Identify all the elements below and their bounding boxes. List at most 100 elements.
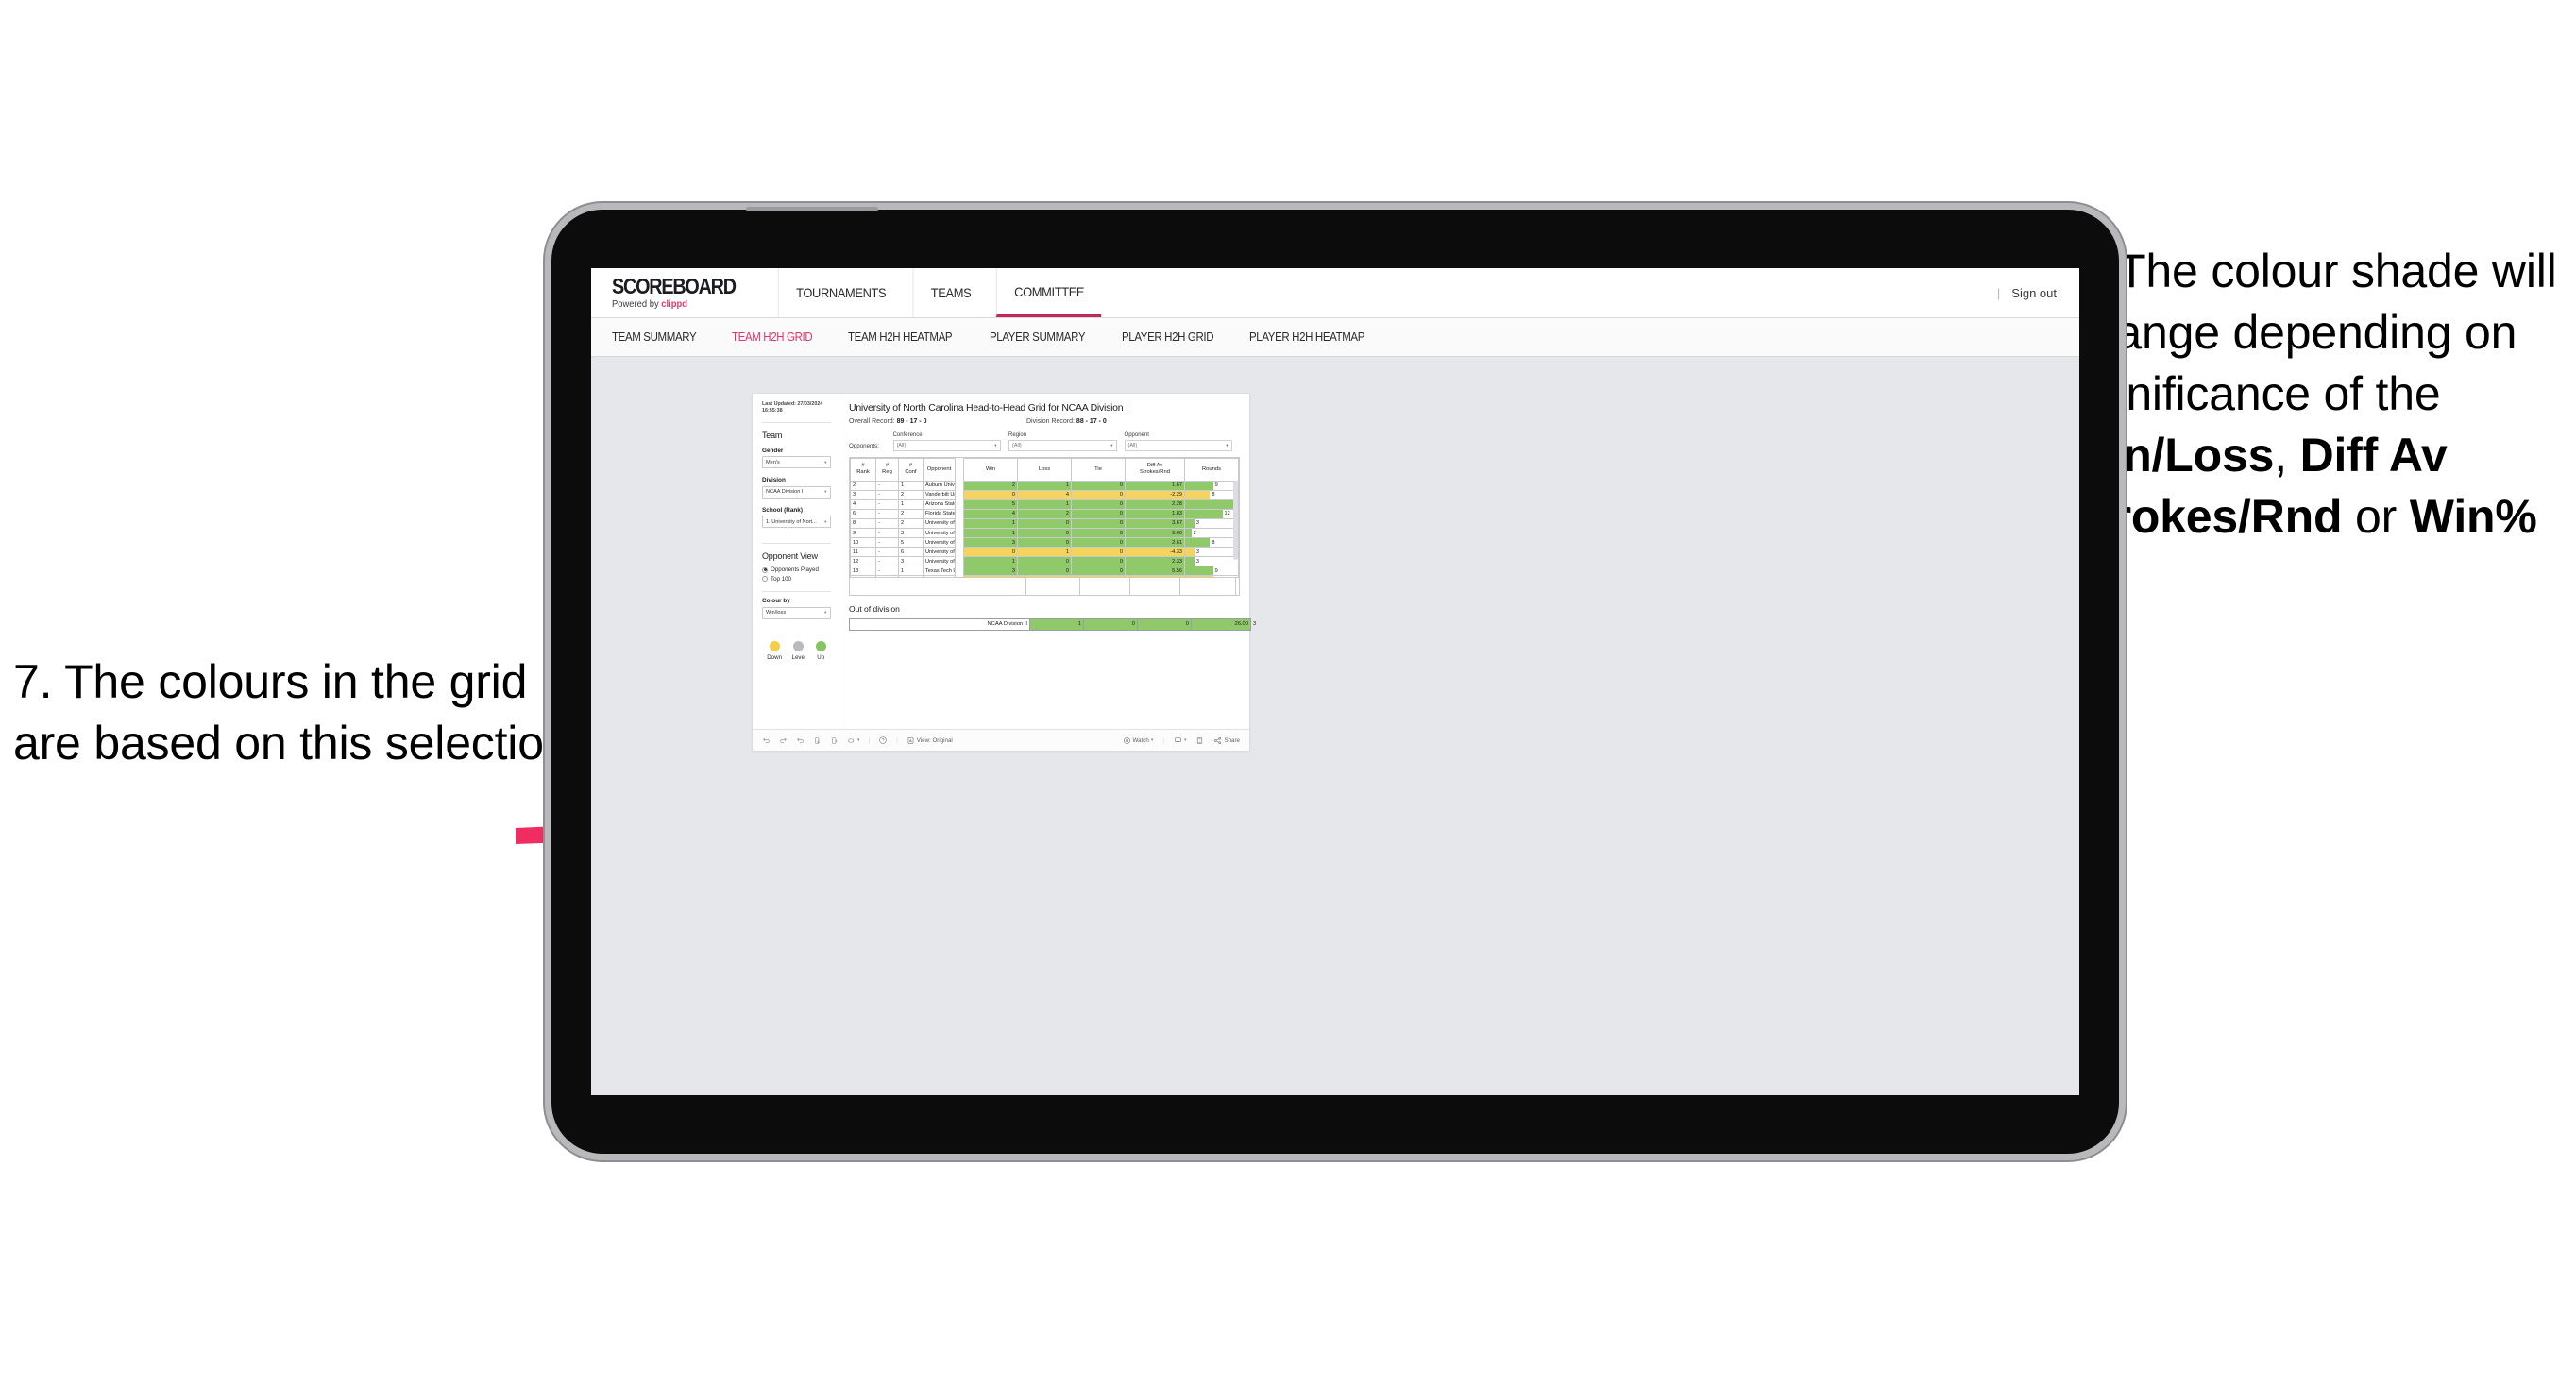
col-rank-l1: # [861,463,865,469]
table-row[interactable]: 14-2University of Oklahoma120-1.009 [850,575,1239,577]
cell-conf: 2 [898,489,924,500]
rounds-bar [1185,566,1213,575]
cell-opponent: University of Washington [923,517,956,529]
cell-rounds: 9 [1184,480,1239,491]
colour-by-select[interactable]: Win/loss ▾ [762,606,831,619]
cell-rounds: 8 [1184,489,1239,500]
cell-opponent: University of Arkansas, Fayetteville [923,547,956,558]
overall-record: Overall Record: 89 - 17 - 0 [849,418,1026,425]
radio-opponents-played[interactable]: Opponents Played [762,566,831,573]
redo-icon[interactable] [779,736,788,745]
cell-rounds: 2 [1184,527,1239,539]
cell-tie: 0 [1071,547,1126,558]
watch-label: Watch [1132,736,1149,744]
table-row[interactable]: 6-2Florida State University4201.8312 [850,508,1239,519]
table-row[interactable]: 11-6University of Arkansas, Fayetteville… [850,547,1239,558]
refresh-icon[interactable] [813,736,822,745]
cell-reg: - [875,489,899,500]
toolbar-separator: | [896,736,898,744]
cell-rounds: 12 [1184,508,1239,519]
region-select[interactable]: (All) ▾ [1008,439,1117,451]
workbook-body: Last Updated: 27/03/2024 16:55:38 Team G… [753,394,1256,729]
rounds-bar [1185,491,1211,499]
pause-icon[interactable] [830,736,839,745]
brand-logo[interactable]: SCOREBOARD Powered by clippd [591,268,772,317]
cell-conf: 2 [898,508,924,519]
rounds-value: 3 [1195,558,1199,565]
cell-rounds: 3 [1184,556,1239,567]
cell-reg: - [875,508,899,519]
vertical-scrollbar[interactable] [1233,480,1238,560]
cell-gap [956,490,964,499]
share-button[interactable]: Share [1213,736,1240,745]
signout-link[interactable]: Sign out [2011,286,2057,300]
cell-tie: 0 [1071,575,1126,577]
cell-rank: 3 [850,489,876,500]
rounds-value: 8 [1212,539,1215,546]
nav-tournaments[interactable]: TOURNAMENTS [777,268,904,317]
cell-conf: 2 [898,517,924,529]
fullscreen-button[interactable] [1195,736,1204,745]
cell-tie: 0 [1071,480,1126,491]
division-select[interactable]: NCAA Division I ▾ [762,485,831,499]
cell-opponent: University of Virginia [923,556,956,567]
out-of-division-table: NCAA Division II 1 0 0 26.00 3 [849,617,1256,631]
table-row[interactable]: 9-3University of Arizona1009.002 [850,527,1239,539]
conference-filter: Conference (All) ▾ [892,432,1002,451]
revert-icon[interactable] [796,736,805,745]
annotation-right-part1: 8. The colour shade will change dependin… [2066,245,2557,420]
help-icon[interactable] [878,735,888,745]
table-row[interactable]: 2-1Auburn University2101.679 [850,480,1239,491]
cell-tie: 0 [1071,527,1126,539]
legend-swatch-up [815,640,826,651]
subnav-player-h2h-grid[interactable]: PLAYER H2H GRID [1122,330,1228,344]
table-row[interactable]: 8-2University of Washington1003.673 [850,517,1239,529]
table-row[interactable]: 10-5University of Alabama3002.618 [850,537,1239,549]
rounds-value: 3 [1195,549,1199,555]
nav-committee[interactable]: COMMITTEE [995,268,1102,317]
cell-rank: 6 [850,508,876,519]
rounds-value: 8 [1212,492,1215,499]
tablet-device-frame: SCOREBOARD Powered by clippd TOURNAMENTS… [551,207,2119,1154]
out-of-division-title: Out of division [849,603,900,614]
toolbar-separator: | [1162,736,1164,744]
subnav-player-h2h-heatmap[interactable]: PLAYER H2H HEATMAP [1249,330,1379,344]
table-row[interactable]: 13-1Texas Tech University3005.569 [850,566,1239,577]
cell-loss: 0 [1017,556,1072,567]
table-row[interactable]: 4-1Arizona State University5102.2817 [850,499,1239,510]
gender-select[interactable]: Men's ▾ [762,456,831,469]
opponent-select[interactable]: (All) ▾ [1124,439,1233,451]
cell-diff-av-strokes: 3.67 [1125,517,1185,529]
subnav-player-summary[interactable]: PLAYER SUMMARY [990,330,1099,344]
cell-tie: 0 [1071,556,1126,567]
watch-button[interactable]: Watch ▾ [1123,736,1153,745]
h2h-grid-table: # Rank # Reg # Conf Opponent Win Loss Tie [850,457,1239,577]
h2h-grid-scroll[interactable]: # Rank # Reg # Conf Opponent Win Loss Tie [850,457,1239,577]
col-rank-l2: Rank [856,469,870,475]
conference-select[interactable]: (All) ▾ [892,439,1002,451]
school-rank-select[interactable]: 1. University of Nort... ▾ [762,516,831,529]
rounds-value: 3 [1195,520,1199,527]
view-original-button[interactable]: View: Original [907,736,953,745]
zoom-icon[interactable]: ▾ [847,736,860,745]
cell-tie: 0 [1071,499,1126,510]
col-win: Win [963,457,1018,482]
nav-teams[interactable]: TEAMS [912,268,988,317]
cell-win: 1 [963,556,1018,567]
rounds-bar [1185,548,1195,556]
table-row[interactable]: 12-3University of Virginia1002.333 [850,556,1239,567]
blank-cell [1130,577,1180,595]
radio-top-100[interactable]: Top 100 [762,576,831,583]
out-of-division-row[interactable]: NCAA Division II 1 0 0 26.00 3 [849,617,1256,631]
download-button[interactable]: ▾ [1174,736,1186,745]
subnav-team-summary[interactable]: TEAM SUMMARY [612,330,710,344]
subnav-team-h2h-heatmap[interactable]: TEAM H2H HEATMAP [848,330,966,344]
cell-reg: - [875,547,899,558]
undo-icon[interactable] [762,736,771,745]
cell-diff-av-strokes: 2.61 [1125,537,1185,549]
subnav-team-h2h-grid[interactable]: TEAM H2H GRID [732,330,826,344]
opponent-label: Opponent [1124,432,1149,438]
cell-conf: 1 [898,480,924,491]
team-section-heading: Team [762,430,783,440]
table-row[interactable]: 3-2Vanderbilt University040-2.298 [850,489,1239,500]
